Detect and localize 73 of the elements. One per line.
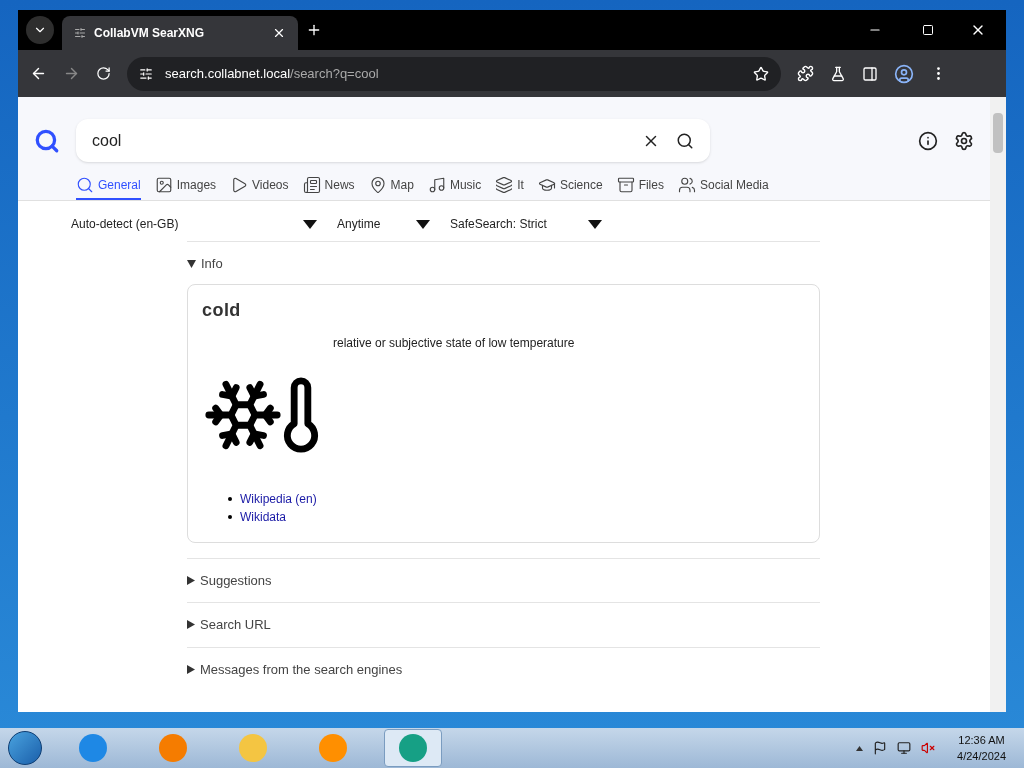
search-logo-icon [34, 127, 60, 154]
filter-dropdown[interactable]: Auto-detect (en-GB) [71, 215, 317, 233]
collapsed-triangle-icon [187, 664, 195, 674]
category-tab[interactable]: News [302, 176, 355, 200]
site-settings-icon [139, 66, 153, 81]
start-button[interactable] [8, 731, 42, 765]
image-icon [154, 176, 173, 194]
reload-icon[interactable] [96, 66, 111, 81]
info-icon[interactable] [918, 130, 938, 151]
music-note-icon [427, 176, 446, 194]
url-text: search.collabnet.local/search?q=cool [165, 64, 380, 83]
network-icon[interactable] [897, 741, 912, 755]
category-tab[interactable]: Music [427, 176, 482, 200]
section-toggle[interactable]: Suggestions [187, 570, 272, 590]
category-tab[interactable]: Map [368, 176, 414, 200]
section-toggle[interactable]: Search URL [187, 615, 271, 635]
expanded-triangle-icon [187, 259, 196, 268]
bullet-icon [228, 496, 232, 501]
section-toggle[interactable]: Info [187, 254, 223, 274]
flask-icon[interactable] [830, 65, 846, 82]
people-icon [677, 176, 696, 194]
play-icon [230, 176, 249, 194]
back-icon[interactable] [30, 65, 47, 82]
map-pin-icon [368, 176, 387, 194]
graduation-cap-icon [537, 176, 556, 194]
muted-speaker-icon[interactable] [921, 741, 936, 755]
card-link[interactable]: Wikipedia (en) [240, 489, 317, 508]
category-tab[interactable]: Science [537, 176, 603, 200]
caret-icon [303, 219, 317, 229]
filter-dropdown[interactable]: SafeSearch: Strict [450, 215, 602, 233]
tab-favicon-icon [74, 27, 86, 39]
category-tab[interactable]: It [495, 176, 524, 200]
tab-search-button[interactable] [26, 16, 54, 44]
forward-icon[interactable] [63, 65, 80, 82]
bookmark-star-icon[interactable] [753, 65, 769, 82]
category-tab[interactable]: Files [616, 176, 664, 200]
card-title: cold [202, 298, 242, 322]
taskbar-app[interactable] [384, 729, 442, 767]
new-tab-icon[interactable] [306, 22, 322, 38]
category-tab[interactable]: Videos [230, 176, 289, 200]
search-icon [76, 176, 94, 194]
caret-icon [416, 219, 430, 229]
section-toggle[interactable]: Messages from the search engines [187, 659, 403, 679]
browser-tab[interactable]: CollabVM SearXNG [62, 16, 298, 50]
collapsed-triangle-icon [187, 575, 195, 585]
category-tab[interactable]: Images [154, 176, 217, 200]
maximize-icon[interactable] [922, 24, 934, 36]
extensions-icon[interactable] [797, 65, 814, 82]
collapsed-triangle-icon [187, 620, 195, 630]
caret-icon [588, 219, 602, 229]
card-link[interactable]: Wikidata [240, 507, 286, 526]
tray-arrow-icon[interactable] [856, 745, 864, 751]
card-description: relative or subjective state of low temperature [333, 334, 576, 352]
profile-icon[interactable] [894, 63, 914, 84]
search-query: cool [92, 130, 123, 151]
category-tab[interactable]: Social Media [677, 176, 769, 200]
newspaper-icon [302, 176, 321, 194]
category-tab[interactable]: General [76, 176, 141, 200]
layers-icon [495, 176, 514, 194]
tab-title: CollabVM SearXNG [94, 25, 206, 42]
flag-icon[interactable] [873, 741, 888, 755]
archive-box-icon [616, 176, 635, 194]
filter-dropdown[interactable]: Anytime [337, 215, 430, 233]
search-field[interactable]: cool [76, 119, 710, 162]
close-tab-icon[interactable] [272, 26, 286, 40]
scrollbar-thumb[interactable] [993, 113, 1003, 153]
bullet-icon [228, 514, 232, 519]
clock[interactable]: 12:36 AM 4/24/2024 [957, 732, 1006, 764]
settings-icon[interactable] [954, 130, 974, 151]
side-panel-icon[interactable] [862, 65, 878, 82]
search-icon[interactable] [676, 131, 694, 150]
address-bar[interactable]: search.collabnet.local/search?q=cool [127, 56, 781, 91]
scrollbar[interactable] [990, 97, 1006, 712]
